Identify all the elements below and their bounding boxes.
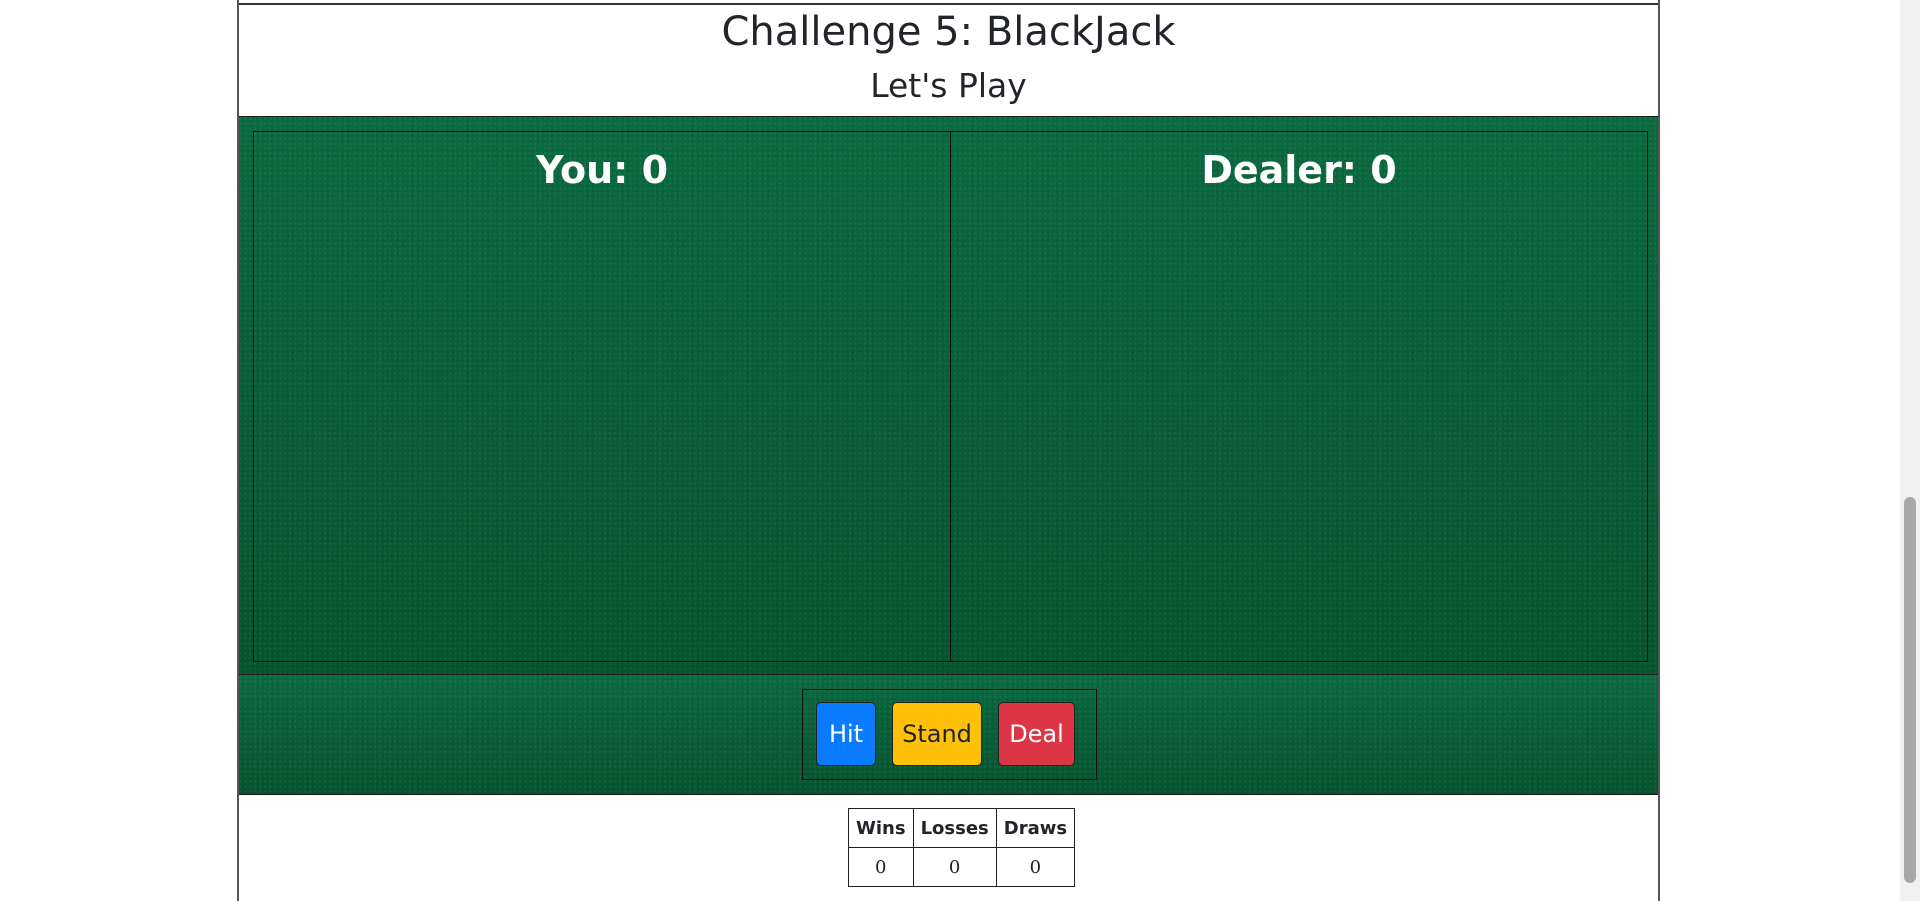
losses-value: 0 — [912, 847, 997, 887]
wins-value: 0 — [848, 847, 914, 887]
top-divider — [239, 3, 1658, 5]
player-box: You: 0 — [253, 131, 951, 662]
deal-button[interactable]: Deal — [998, 702, 1075, 766]
controls-band: Hit Stand Deal — [239, 674, 1658, 795]
player-label: You: — [535, 148, 642, 192]
draws-value: 0 — [995, 847, 1076, 887]
player-score-heading: You: 0 — [254, 132, 950, 192]
game-container: Challenge 5: BlackJack Let's Play You: 0… — [237, 0, 1660, 901]
results-header-row: Wins Losses Draws — [848, 808, 1076, 848]
game-board: You: 0 Dealer: 0 — [239, 116, 1658, 676]
hit-button[interactable]: Hit — [816, 702, 876, 766]
dealer-box: Dealer: 0 — [951, 131, 1648, 662]
page-title: Challenge 5: BlackJack — [721, 9, 1176, 55]
results-value-row: 0 0 0 — [848, 847, 1076, 887]
results-table: Wins Losses Draws 0 0 0 — [848, 808, 1076, 887]
scrollbar-thumb[interactable] — [1904, 497, 1916, 883]
dealer-score: 0 — [1370, 148, 1397, 192]
vertical-scrollbar[interactable] — [1900, 0, 1920, 901]
dealer-score-heading: Dealer: 0 — [951, 132, 1647, 192]
player-score: 0 — [641, 148, 669, 192]
dealer-label: Dealer: — [1201, 148, 1371, 192]
button-group: Hit Stand Deal — [802, 689, 1097, 780]
stand-button[interactable]: Stand — [892, 702, 982, 766]
wins-header: Wins — [848, 808, 914, 848]
draws-header: Draws — [995, 808, 1076, 848]
losses-header: Losses — [912, 808, 997, 848]
page-subtitle: Let's Play — [870, 66, 1027, 105]
